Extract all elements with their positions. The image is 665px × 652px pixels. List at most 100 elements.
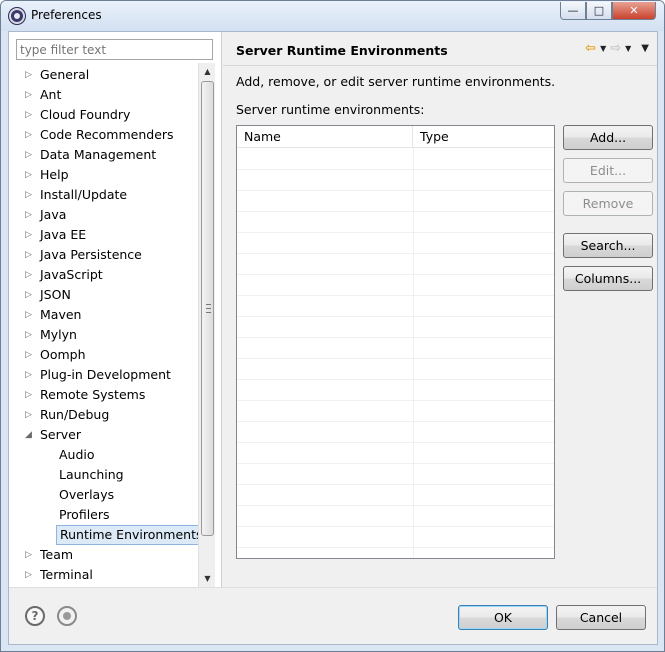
window-title: Preferences [31, 8, 102, 22]
tree-item-label: Team [40, 547, 74, 562]
expand-arrow-icon[interactable]: ▷ [25, 345, 35, 365]
table-row-line [237, 190, 554, 191]
tree-item-label: Help [40, 167, 69, 182]
minimize-button[interactable]: — [560, 2, 586, 20]
expand-arrow-icon[interactable]: ▷ [25, 225, 35, 245]
tree-scrollbar[interactable]: ▲ ▼ [198, 63, 215, 587]
table-row-line [237, 232, 554, 233]
add-button[interactable]: Add... [563, 125, 653, 150]
tree-item-label: Oomph [40, 347, 86, 362]
column-header-type[interactable]: Type [413, 126, 554, 148]
forward-arrow-icon: ⇨ [610, 41, 622, 56]
expand-arrow-icon[interactable]: ▷ [25, 325, 35, 345]
table-row-line [237, 526, 554, 527]
tree-item-label: Profilers [59, 507, 110, 522]
title-bar: Preferences — □ ✕ [1, 1, 664, 31]
table-row-line [237, 253, 554, 254]
columns-button[interactable]: Columns... [563, 266, 653, 291]
expand-arrow-icon[interactable]: ▷ [25, 265, 35, 285]
tree-item-label: Audio [59, 447, 95, 462]
tree-item-label: Mylyn [40, 327, 77, 342]
expand-arrow-icon[interactable]: ▷ [25, 545, 35, 565]
expand-arrow-icon[interactable]: ▷ [25, 185, 35, 205]
tree-item-label: Java Persistence [40, 247, 142, 262]
tree-item-label: Overlays [59, 487, 115, 502]
help-icon[interactable]: ? [25, 606, 45, 626]
back-arrow-icon[interactable]: ⇦ [585, 41, 596, 56]
tree-item-label: JSON [40, 287, 71, 302]
ok-button[interactable]: OK [458, 605, 548, 630]
tree-item-label: Runtime Environments [56, 525, 199, 545]
tree-item-label: Data Management [40, 147, 157, 162]
column-header-name[interactable]: Name [237, 126, 413, 148]
expand-arrow-icon[interactable]: ▷ [25, 85, 35, 105]
table-row-line [237, 295, 554, 296]
back-history-dropdown-icon[interactable]: ▼ [600, 44, 606, 53]
page-title: Server Runtime Environments [236, 43, 448, 58]
close-button[interactable]: ✕ [612, 2, 656, 20]
table-row-line [237, 337, 554, 338]
table-row-line [237, 358, 554, 359]
expand-arrow-icon[interactable]: ▷ [25, 105, 35, 125]
tree-item-label: Remote Systems [40, 387, 146, 402]
tree-item-label: Install/Update [40, 187, 128, 202]
search-button[interactable]: Search... [563, 233, 653, 258]
eclipse-icon [9, 8, 25, 24]
scroll-thumb[interactable] [201, 81, 214, 536]
tree-item-label: Cloud Foundry [40, 107, 131, 122]
maximize-button[interactable]: □ [586, 2, 612, 20]
expand-arrow-icon[interactable]: ▷ [25, 385, 35, 405]
tree-item-label: Terminal [40, 567, 93, 582]
expand-arrow-icon[interactable]: ▷ [25, 365, 35, 385]
expand-arrow-icon[interactable]: ▷ [25, 245, 35, 265]
forward-history-dropdown-icon[interactable]: ▼ [625, 44, 631, 53]
grip-icon [206, 304, 211, 313]
dialog-button-bar: ? OK Cancel [9, 587, 657, 644]
expand-arrow-icon[interactable]: ▷ [25, 285, 35, 305]
expand-arrow-icon[interactable]: ▷ [25, 125, 35, 145]
collapse-arrow-icon[interactable]: ◢ [25, 425, 35, 445]
preference-tree: ▷ General ▷ Ant ▷ Cloud Foundry ▷ Code Recommen… [9, 65, 199, 585]
expand-arrow-icon[interactable]: ▷ [25, 305, 35, 325]
scroll-down-arrow-icon[interactable]: ▼ [199, 570, 216, 587]
tree-item-label: Java EE [40, 227, 87, 242]
runtime-environments-table[interactable]: Name Type [236, 125, 555, 559]
expand-arrow-icon[interactable]: ▷ [25, 65, 35, 85]
table-row-line [237, 547, 554, 548]
table-row-line [237, 484, 554, 485]
expand-arrow-icon[interactable]: ▷ [25, 145, 35, 165]
tree-item-label: JavaScript [40, 267, 103, 282]
tree-item-label: Code Recommenders [40, 127, 174, 142]
table-row-line [237, 379, 554, 380]
table-row-line [237, 505, 554, 506]
expand-arrow-icon[interactable]: ▷ [25, 565, 35, 585]
scroll-up-arrow-icon[interactable]: ▲ [199, 63, 216, 80]
page-navigation: ⇦ ▼ ⇨ ▼ ▼ [585, 41, 649, 56]
tree-item-label: Server [40, 427, 81, 442]
column-divider [413, 148, 414, 558]
view-menu-icon[interactable]: ▼ [641, 43, 649, 54]
preferences-window: Preferences — □ ✕ ▷ General ▷ Ant ▷ Cloud Fou… [0, 0, 665, 652]
cancel-button[interactable]: Cancel [556, 605, 646, 630]
tree-item-label: Java [40, 207, 67, 222]
expand-arrow-icon[interactable]: ▷ [25, 405, 35, 425]
tree-item-label: Launching [59, 467, 124, 482]
filter-input[interactable] [16, 39, 213, 60]
tree-item-label: Maven [40, 307, 82, 322]
record-preferences-icon[interactable] [57, 606, 77, 626]
preference-page: Server Runtime Environments ⇦ ▼ ⇨ ▼ ▼ Ad… [223, 32, 657, 587]
expand-arrow-icon[interactable]: ▷ [25, 205, 35, 225]
tree-item-label: General [40, 67, 90, 82]
expand-arrow-icon[interactable]: ▷ [25, 165, 35, 185]
table-label: Server runtime environments: [236, 102, 425, 117]
table-row-line [237, 169, 554, 170]
tree-item-label: Plug-in Development [40, 367, 171, 382]
table-row-line [237, 316, 554, 317]
table-row-line [237, 442, 554, 443]
table-row-line [237, 400, 554, 401]
tree-item-label: Ant [40, 87, 62, 102]
window-controls: — □ ✕ [560, 2, 656, 20]
dialog-client: ▷ General ▷ Ant ▷ Cloud Foundry ▷ Code Recommen… [8, 31, 658, 645]
table-row-line [237, 211, 554, 212]
tree-item-label: Run/Debug [40, 407, 110, 422]
